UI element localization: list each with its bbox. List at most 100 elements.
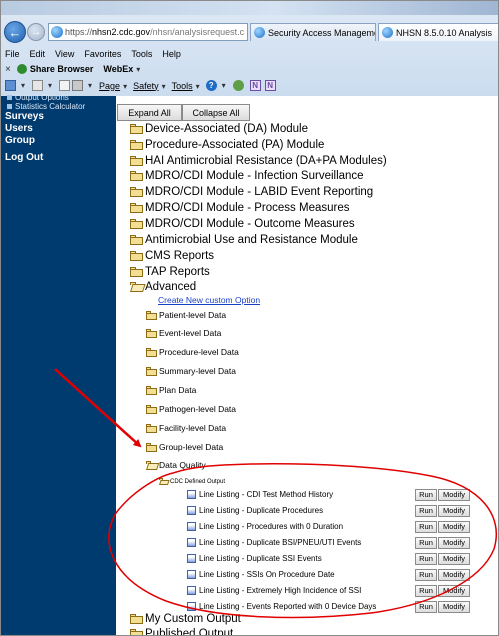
folder-label: Procedure-level Data [159, 347, 239, 357]
folder-pathogen-level-data[interactable]: Pathogen-level Data [146, 404, 236, 414]
folder-label: MDRO/CDI Module - Infection Surveillance [145, 170, 364, 182]
folder-mdro-infection[interactable]: MDRO/CDI Module - Infection Surveillance [130, 170, 364, 182]
print-icon[interactable] [72, 80, 84, 91]
logout-link[interactable]: Log Out [1, 152, 116, 164]
folder-label: Advanced [145, 281, 197, 293]
folder-summary-level-data[interactable]: Summary-level Data [146, 366, 236, 376]
page-menu[interactable]: Page ▾ [99, 81, 127, 91]
folder-icon [130, 614, 143, 624]
folder-icon [130, 187, 143, 197]
run-button[interactable]: Run [415, 520, 437, 533]
browser-chrome: ← → https://nhsn2.cdc.gov/nhsn/analysisr… [1, 1, 498, 96]
report-icon [187, 538, 196, 547]
tab-nhsn-analysis[interactable]: NHSN 8.5.0.10 Analysis [378, 23, 498, 41]
folder-group-level-data[interactable]: Group-level Data [146, 442, 223, 452]
back-button[interactable]: ← [4, 21, 26, 43]
run-button[interactable]: Run [415, 552, 437, 565]
folder-procedure-level-data[interactable]: Procedure-level Data [146, 347, 239, 357]
chevron-down-icon[interactable]: ▾ [88, 81, 92, 90]
chevron-down-icon[interactable]: ▾ [48, 81, 52, 90]
folder-data-quality[interactable]: Data Quality [146, 460, 206, 470]
onenote-icon[interactable]: N [249, 80, 261, 91]
menu-tools[interactable]: Tools [131, 49, 152, 59]
url-host: nhsn2.cdc.gov [92, 27, 151, 37]
folder-icon [146, 385, 157, 395]
sidebar-item-surveys[interactable]: Surveys [1, 111, 116, 123]
help-icon[interactable]: ? [205, 80, 217, 91]
modify-button[interactable]: Modify [438, 584, 470, 597]
folder-icon [130, 235, 143, 245]
modify-button[interactable]: Modify [438, 520, 470, 533]
run-button[interactable]: Run [415, 600, 437, 613]
modify-button[interactable]: Modify [438, 568, 470, 581]
research-icon[interactable] [232, 80, 244, 91]
tab-security-access[interactable]: Security Access Management ... [250, 23, 376, 41]
close-icon[interactable]: × [5, 64, 11, 75]
modify-button[interactable]: Modify [438, 488, 470, 501]
create-custom-option-link[interactable]: Create New custom Option [158, 295, 260, 305]
run-button[interactable]: Run [415, 536, 437, 549]
menu-file[interactable]: File [5, 49, 20, 59]
folder-tap-reports[interactable]: TAP Reports [130, 266, 210, 278]
folder-mdro-labid[interactable]: MDRO/CDI Module - LABID Event Reporting [130, 186, 373, 198]
address-bar[interactable]: https://nhsn2.cdc.gov/nhsn/analysisreque… [48, 23, 248, 41]
webex-menu[interactable]: WebEx [103, 64, 133, 74]
tab-label: Security Access Management ... [268, 27, 375, 38]
folder-cms-reports[interactable]: CMS Reports [130, 250, 214, 262]
chevron-down-icon: ▾ [123, 81, 128, 91]
chevron-down-icon[interactable]: ▾ [222, 81, 226, 90]
menu-edit[interactable]: Edit [30, 49, 46, 59]
folder-icon [146, 328, 157, 338]
menu-help[interactable]: Help [162, 49, 181, 59]
sidebar-item-output-options[interactable]: Output Options [7, 93, 116, 102]
sidebar-item-users[interactable]: Users [1, 123, 116, 135]
folder-mdro-outcome[interactable]: MDRO/CDI Module - Outcome Measures [130, 218, 355, 230]
folder-advanced[interactable]: Advanced [130, 281, 196, 293]
folder-published-output[interactable]: Published Output [130, 628, 233, 635]
tools-menu[interactable]: Tools ▾ [172, 81, 200, 91]
run-button[interactable]: Run [415, 568, 437, 581]
folder-hai-antimicrobial[interactable]: HAI Antimicrobial Resistance (DA+PA Modu… [130, 155, 387, 167]
forward-button[interactable]: → [27, 23, 45, 41]
folder-event-level-data[interactable]: Event-level Data [146, 328, 221, 338]
folder-facility-level-data[interactable]: Facility-level Data [146, 423, 226, 433]
modify-button[interactable]: Modify [438, 552, 470, 565]
modify-button[interactable]: Modify [438, 504, 470, 517]
run-button[interactable]: Run [415, 488, 437, 501]
list-item-line-listing: Line Listing - Events Reported with 0 De… [187, 600, 487, 613]
modify-button[interactable]: Modify [438, 600, 470, 613]
folder-label: Data Quality [159, 460, 206, 470]
modify-button[interactable]: Modify [438, 536, 470, 549]
browser-window: ← → https://nhsn2.cdc.gov/nhsn/analysisr… [0, 0, 499, 636]
folder-icon [146, 423, 157, 433]
folder-da-module[interactable]: Device-Associated (DA) Module [130, 123, 308, 135]
safety-menu[interactable]: Safety ▾ [133, 81, 166, 91]
sidebar-item-statistics-calculator[interactable]: Statistics Calculator [7, 102, 116, 111]
sidebar-item-group[interactable]: Group [1, 135, 116, 147]
run-button[interactable]: Run [415, 584, 437, 597]
search-icon[interactable]: ⚲ [246, 27, 247, 38]
folder-open-icon [146, 460, 160, 470]
mail-icon[interactable] [59, 80, 71, 91]
folder-my-custom-output[interactable]: My Custom Output [130, 613, 241, 625]
run-button[interactable]: Run [415, 504, 437, 517]
folder-antimicrobial-use[interactable]: Antimicrobial Use and Resistance Module [130, 234, 358, 246]
folder-patient-level-data[interactable]: Patient-level Data [146, 310, 226, 320]
feeds-icon[interactable] [32, 80, 44, 91]
analysis-output-tree: Expand All Collapse All Device-Associate… [116, 96, 498, 635]
folder-label: Group-level Data [159, 442, 224, 452]
menu-view[interactable]: View [55, 49, 74, 59]
share-browser-button[interactable]: Share Browser [30, 64, 94, 74]
collapse-all-button[interactable]: Collapse All [182, 104, 250, 121]
folder-pa-module[interactable]: Procedure-Associated (PA) Module [130, 139, 324, 151]
folder-icon [130, 629, 143, 635]
chevron-down-icon[interactable]: ▾ [21, 81, 25, 90]
folder-mdro-process[interactable]: MDRO/CDI Module - Process Measures [130, 202, 350, 214]
menu-favorites[interactable]: Favorites [84, 49, 121, 59]
folder-plan-data[interactable]: Plan Data [146, 385, 196, 395]
onenote-send-icon[interactable]: N [264, 80, 276, 91]
expand-all-button[interactable]: Expand All [117, 104, 182, 121]
chevron-down-icon[interactable]: ▾ [136, 65, 140, 74]
home-icon[interactable] [5, 80, 16, 91]
folder-cdc-defined-output[interactable]: CDC Defined Output [159, 478, 225, 485]
